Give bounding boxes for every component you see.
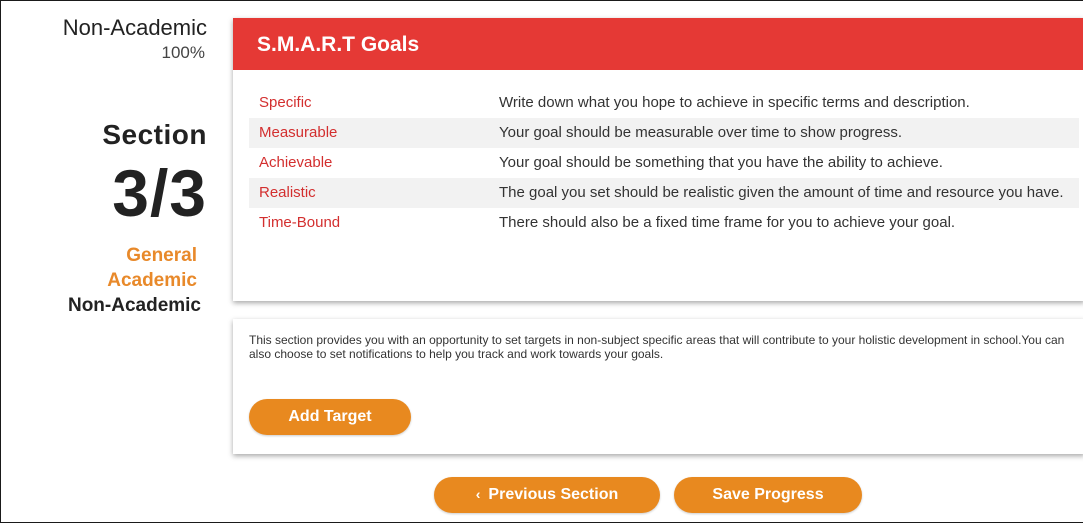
previous-section-button[interactable]: ‹ Previous Section [434,477,660,513]
smart-desc: There should also be a fixed time frame … [499,214,956,231]
smart-row-measurable: Measurable Your goal should be measurabl… [249,118,1079,148]
smart-term: Time-Bound [259,214,341,231]
smart-goals-title: S.M.A.R.T Goals [233,18,1083,70]
section-description: This section provides you with an opport… [249,333,1065,361]
smart-row-time-bound: Time-Bound There should also be a fixed … [249,208,1079,238]
page-frame: Non-Academic 100% Section 3/3 General Ac… [0,0,1083,523]
smart-goals-card: S.M.A.R.T Goals Specific Write down what… [233,18,1083,301]
section-count: 3/3 [112,156,207,230]
category-heading: Non-Academic [62,15,207,40]
smart-term: Achievable [259,154,333,171]
smart-term: Measurable [259,124,338,141]
smart-desc: The goal you set should be realistic giv… [499,184,1064,201]
add-target-button[interactable]: Add Target [249,399,411,435]
sidebar: Non-Academic 100% Section 3/3 General Ac… [11,15,207,316]
smart-term: Realistic [259,184,316,201]
completion-percent: 100% [161,43,205,62]
section-label: Section [102,119,207,150]
section-nav-general[interactable]: General [11,243,197,268]
section-nav-academic[interactable]: Academic [11,268,197,293]
smart-desc: Write down what you hope to achieve in s… [499,94,970,111]
section-nav-non-academic: Non-Academic [67,295,201,316]
smart-row-realistic: Realistic The goal you set should be rea… [249,178,1079,208]
previous-section-label: Previous Section [488,486,619,503]
save-progress-button[interactable]: Save Progress [674,477,862,513]
smart-term: Specific [259,94,312,111]
chevron-left-icon: ‹ [475,486,481,502]
targets-card: This section provides you with an opport… [233,319,1083,454]
section-nav: General Academic Non-Academic [11,243,201,318]
smart-row-specific: Specific Write down what you hope to ach… [249,88,1079,118]
smart-row-achievable: Achievable Your goal should be something… [249,148,1079,178]
smart-desc: Your goal should be something that you h… [499,154,943,171]
smart-goals-table: Specific Write down what you hope to ach… [249,88,1079,238]
smart-desc: Your goal should be measurable over time… [499,124,903,141]
